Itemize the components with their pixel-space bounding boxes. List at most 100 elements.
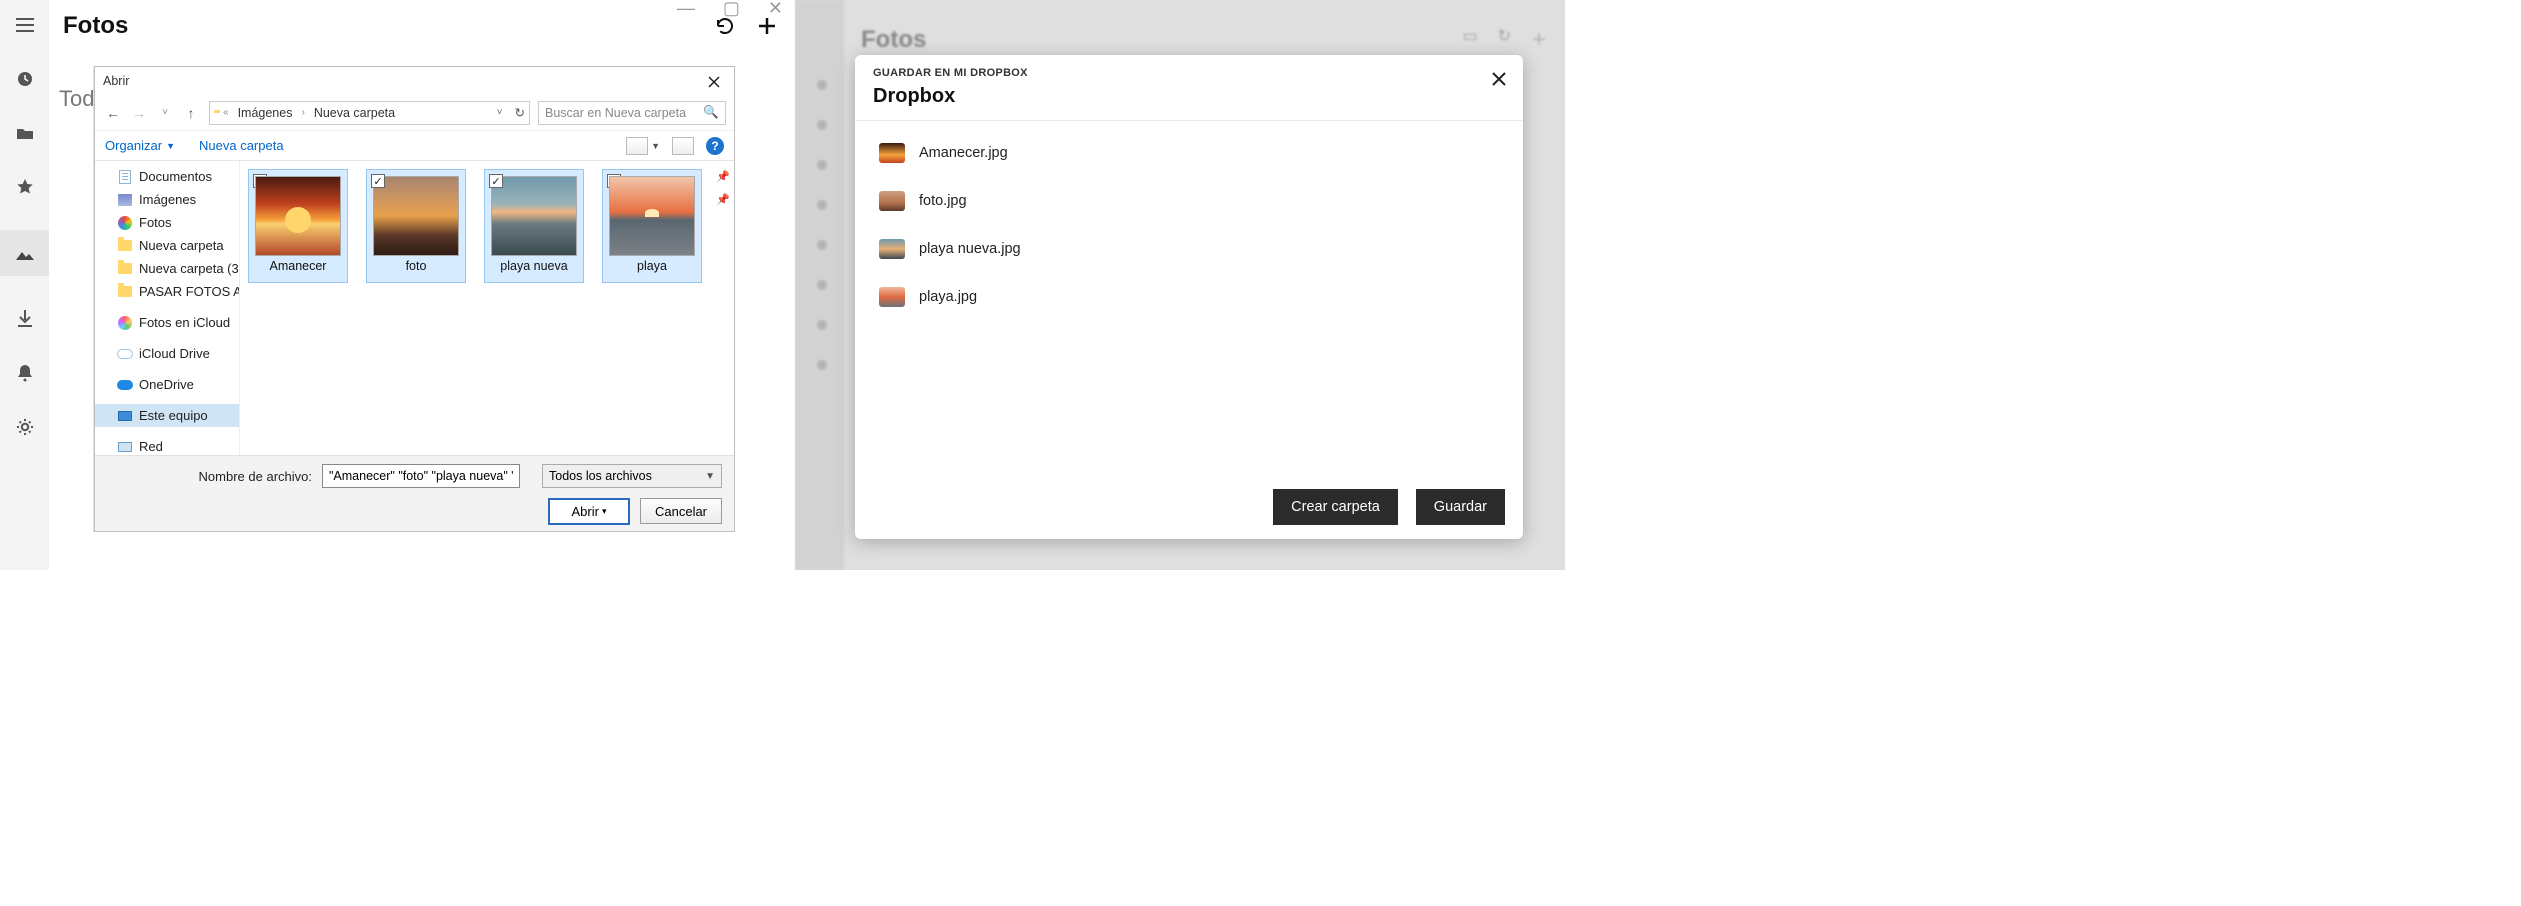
- modal-close-button[interactable]: [1485, 65, 1513, 93]
- thumbnail-checkbox[interactable]: ✓: [371, 174, 385, 188]
- star-icon[interactable]: [14, 176, 36, 198]
- dialog-navbar: ← → ˅ ↑ « Imágenes › Nueva carpeta ˅ ↻ B…: [95, 95, 734, 131]
- gear-icon[interactable]: [14, 416, 36, 438]
- add-icon[interactable]: [757, 16, 777, 36]
- tree-item[interactable]: Imágenes📌: [95, 188, 239, 211]
- thumbnail-caption: playa: [607, 259, 697, 273]
- file-thumbnail[interactable]: ✓Amanecer: [248, 169, 348, 283]
- nav-back-button[interactable]: ←: [105, 105, 121, 121]
- nav-history-dropdown[interactable]: ˅: [157, 105, 173, 121]
- thumbnail-image: [373, 176, 459, 256]
- clock-icon[interactable]: [14, 68, 36, 90]
- modal-title: Dropbox: [873, 85, 1505, 108]
- view-mode-button[interactable]: ▼: [626, 137, 660, 155]
- address-bar[interactable]: « Imágenes › Nueva carpeta ˅ ↻: [209, 101, 530, 125]
- dropbox-file-row[interactable]: foto.jpg: [859, 177, 1519, 225]
- dialog-toolbar: Organizar▼ Nueva carpeta ▼ ?: [95, 131, 734, 161]
- search-input[interactable]: Buscar en Nueva carpeta 🔍: [538, 101, 726, 125]
- file-thumbnail[interactable]: ✓playa: [602, 169, 702, 283]
- page-title: Fotos: [63, 12, 781, 40]
- doc-icon: [117, 170, 133, 184]
- tree-item-label: PASAR FOTOS AL: [139, 284, 239, 299]
- hamburger-icon[interactable]: [14, 14, 36, 36]
- dialog-close-button[interactable]: [700, 71, 728, 93]
- tree-item-label: iCloud Drive: [139, 346, 210, 361]
- onedrive-icon: [117, 378, 133, 392]
- file-thumbnails: ✓Amanecer✓foto✓playa nueva✓playa: [240, 161, 734, 455]
- nav-up-button[interactable]: ↑: [183, 105, 199, 121]
- file-thumbnail[interactable]: ✓foto: [366, 169, 466, 283]
- download-icon[interactable]: [14, 308, 36, 330]
- modal-eyebrow: GUARDAR EN MI DROPBOX: [873, 67, 1505, 79]
- breadcrumb-segment[interactable]: Imágenes: [238, 106, 293, 120]
- open-button[interactable]: Abrir▾: [548, 498, 630, 525]
- file-thumbnail[interactable]: ✓ playa nueva: [484, 169, 584, 283]
- picture-icon: [117, 193, 133, 207]
- thumbnail-caption: playa nueva: [489, 259, 579, 273]
- file-name: playa.jpg: [919, 289, 977, 305]
- file-name: Amanecer.jpg: [919, 145, 1008, 161]
- tree-item-label: OneDrive: [139, 377, 194, 392]
- new-folder-button[interactable]: Nueva carpeta: [199, 138, 284, 153]
- thumbnail-checkbox[interactable]: ✓: [489, 174, 503, 188]
- tree-item-label: Este equipo: [139, 408, 208, 423]
- dropbox-file-row[interactable]: Amanecer.jpg: [859, 129, 1519, 177]
- tree-item-label: Imágenes: [139, 192, 196, 207]
- file-thumbnail-icon: [879, 287, 905, 307]
- organize-menu[interactable]: Organizar▼: [105, 138, 175, 153]
- tree-item[interactable]: Fotos en iCloud: [95, 311, 239, 334]
- tree-item[interactable]: Fotos: [95, 211, 239, 234]
- dropbox-save-modal: GUARDAR EN MI DROPBOX Dropbox Amanecer.j…: [855, 55, 1523, 539]
- filetype-dropdown[interactable]: Todos los archivos▼: [542, 464, 722, 488]
- folder-icon[interactable]: [14, 122, 36, 144]
- tree-item[interactable]: Documentos📌: [95, 165, 239, 188]
- help-button[interactable]: ?: [706, 137, 724, 155]
- dropbox-file-row[interactable]: playa.jpg: [859, 273, 1519, 321]
- tree-item[interactable]: Nueva carpeta: [95, 234, 239, 257]
- tree-item[interactable]: Este equipo: [95, 404, 239, 427]
- tree-item-label: Fotos: [139, 215, 172, 230]
- app-sidebar: [0, 0, 49, 570]
- folder-tree[interactable]: Documentos📌Imágenes📌 Fotos Nueva carpetaNu…: [95, 161, 240, 455]
- nav-forward-button[interactable]: →: [131, 105, 147, 121]
- network-icon: [117, 440, 133, 454]
- folder-icon: [117, 285, 133, 299]
- tree-item-label: Red: [139, 439, 163, 454]
- tree-item-label: Documentos: [139, 169, 212, 184]
- tree-item-label: Fotos en iCloud: [139, 315, 230, 330]
- breadcrumb-segment[interactable]: Nueva carpeta: [314, 106, 395, 120]
- dialog-title: Abrir: [95, 67, 734, 95]
- preview-pane-button[interactable]: [672, 137, 694, 155]
- address-refresh-button[interactable]: ↻: [511, 105, 525, 120]
- search-placeholder: Buscar en Nueva carpeta: [545, 106, 686, 120]
- tree-item[interactable]: Red: [95, 435, 239, 455]
- tree-item[interactable]: iCloud Drive: [95, 342, 239, 365]
- folder-icon: [117, 262, 133, 276]
- image-icon: [14, 242, 36, 264]
- icloudd-icon: [117, 347, 133, 361]
- dropbox-file-list: Amanecer.jpg foto.jpg playa nueva.jpg playa…: [855, 121, 1523, 329]
- tree-item[interactable]: OneDrive: [95, 373, 239, 396]
- icloudp-icon: [117, 316, 133, 330]
- create-folder-button[interactable]: Crear carpeta: [1273, 489, 1398, 525]
- file-thumbnail-icon: [879, 143, 905, 163]
- cancel-button[interactable]: Cancelar: [640, 498, 722, 524]
- dialog-footer: Nombre de archivo: Todos los archivos▼ A…: [95, 455, 734, 531]
- tree-item[interactable]: Nueva carpeta (3: [95, 257, 239, 280]
- address-dropdown[interactable]: ˅: [497, 107, 505, 118]
- file-name: foto.jpg: [919, 193, 967, 209]
- tree-item[interactable]: PASAR FOTOS AL: [95, 280, 239, 303]
- file-name: playa nueva.jpg: [919, 241, 1021, 257]
- save-button[interactable]: Guardar: [1416, 489, 1505, 525]
- filename-input[interactable]: [322, 464, 520, 488]
- bell-icon[interactable]: [14, 362, 36, 384]
- filename-label: Nombre de archivo:: [199, 469, 312, 484]
- fotos-icon: [117, 216, 133, 230]
- thumbnail-image: [609, 176, 695, 256]
- refresh-icon[interactable]: [715, 16, 735, 36]
- search-icon: 🔍: [703, 105, 719, 120]
- sidebar-item-gallery[interactable]: [0, 230, 49, 276]
- dropbox-file-row[interactable]: playa nueva.jpg: [859, 225, 1519, 273]
- file-thumbnail-icon: [879, 191, 905, 211]
- folder-icon: [117, 239, 133, 253]
